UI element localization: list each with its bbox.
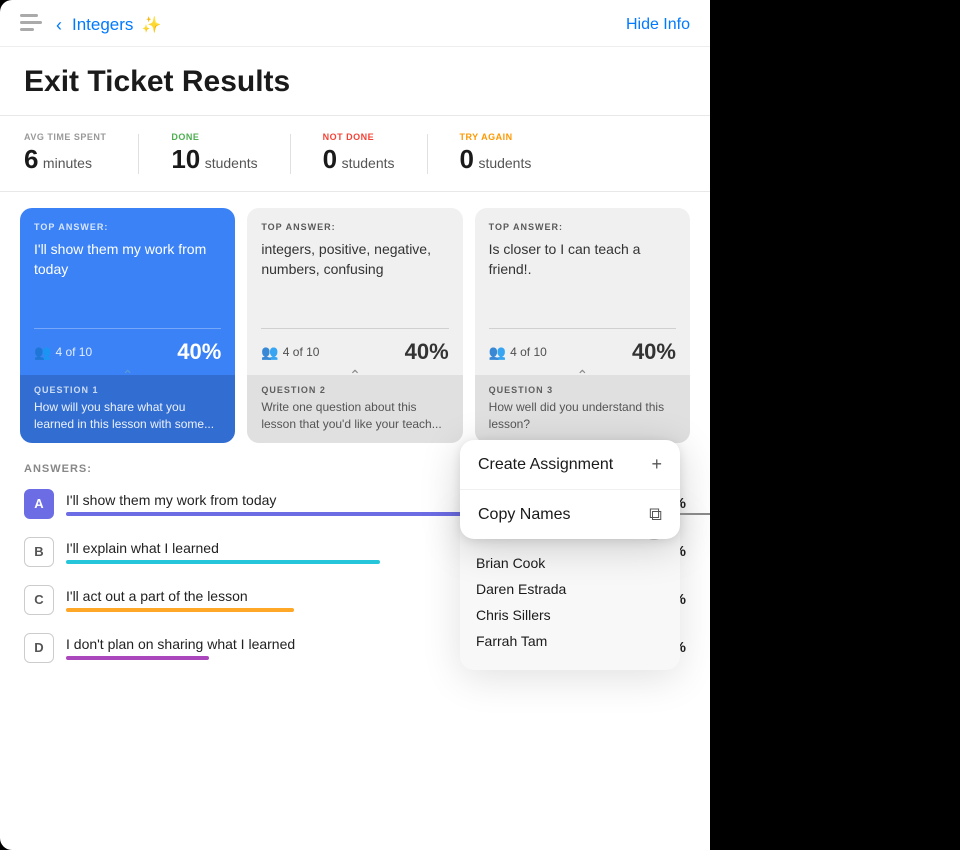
card3-top-label: TOP ANSWER:	[489, 222, 676, 232]
card3-count: 👥 4 of 10	[489, 344, 547, 361]
card3-chevron-icon: ⌃	[576, 367, 588, 384]
copy-names-label: Copy Names	[478, 506, 570, 524]
create-assignment-label: Create Assignment	[478, 456, 613, 474]
card3-answer-text: Is closer to I can teach a friend!.	[489, 240, 676, 279]
stat-avg-time: AVG TIME SPENT 6 minutes	[24, 132, 106, 175]
card1-top-label: TOP ANSWER:	[34, 222, 221, 232]
stat-done: DONE 10 students	[171, 132, 257, 175]
question-card-2[interactable]: TOP ANSWER: integers, positive, negative…	[247, 208, 462, 443]
hide-info-button[interactable]: Hide Info	[626, 16, 690, 34]
card3-question-text: How well did you understand this lesson?	[489, 399, 676, 433]
answer-letter-b: B	[24, 537, 54, 567]
answer-bar-a	[66, 512, 494, 516]
question-card-3[interactable]: TOP ANSWER: Is closer to I can teach a f…	[475, 208, 690, 443]
card2-percent: 40%	[405, 339, 449, 365]
question-card-1[interactable]: TOP ANSWER: I'll show them my work from …	[20, 208, 235, 443]
avg-time-value: 6	[24, 144, 38, 174]
back-arrow-icon[interactable]: ‹	[56, 15, 62, 36]
avg-time-label: AVG TIME SPENT	[24, 132, 106, 142]
page-title: Exit Ticket Results	[0, 47, 710, 116]
done-value: 10	[171, 144, 200, 174]
card2-question-label: QUESTION 2	[261, 385, 448, 395]
not-done-label: NOT DONE	[323, 132, 395, 142]
card1-bottom: ⌃ QUESTION 1 How will you share what you…	[20, 375, 235, 443]
stat-divider-2	[290, 134, 291, 174]
stats-row: AVG TIME SPENT 6 minutes DONE 10 student…	[0, 116, 710, 192]
copy-names-item[interactable]: Copy Names ⧉	[460, 490, 680, 539]
try-again-label: TRY AGAIN	[460, 132, 532, 142]
card1-question-label: QUESTION 1	[34, 385, 221, 395]
card2-count: 👥 4 of 10	[261, 344, 319, 361]
card2-question-text: Write one question about this lesson tha…	[261, 399, 448, 433]
student-name-2: Daren Estrada	[476, 576, 664, 602]
answer-letter-c: C	[24, 585, 54, 615]
stat-divider-3	[427, 134, 428, 174]
copy-names-icon: ⧉	[649, 504, 662, 525]
card2-chevron-icon: ⌃	[349, 367, 361, 384]
stat-try-again: TRY AGAIN 0 students	[460, 132, 532, 175]
card1-chevron-icon: ⌃	[122, 367, 134, 384]
try-again-unit: students	[478, 155, 531, 171]
right-panel	[710, 0, 960, 850]
sparkle-icon: ✨	[141, 15, 161, 35]
card1-answer-text: I'll show them my work from today	[34, 240, 221, 279]
popup-arrow	[680, 513, 710, 515]
card1-question-text: How will you share what you learned in t…	[34, 399, 221, 433]
create-assignment-item[interactable]: Create Assignment +	[460, 440, 680, 490]
stat-divider-1	[138, 134, 139, 174]
popup-menu: Create Assignment + Copy Names ⧉	[460, 440, 680, 539]
answer-letter-d: D	[24, 633, 54, 663]
student-name-3: Chris Sillers	[476, 602, 664, 628]
stat-not-done: NOT DONE 0 students	[323, 132, 395, 175]
student-list: Brian Cook Daren Estrada Chris Sillers F…	[476, 550, 664, 654]
card2-bottom: ⌃ QUESTION 2 Write one question about th…	[247, 375, 462, 443]
done-label: DONE	[171, 132, 257, 142]
not-done-value: 0	[323, 144, 337, 174]
answer-letter-a: A	[24, 489, 54, 519]
card2-answer-text: integers, positive, negative, numbers, c…	[261, 240, 448, 279]
not-done-unit: students	[342, 155, 395, 171]
breadcrumb[interactable]: Integers	[72, 15, 133, 35]
card3-bottom: ⌃ QUESTION 3 How well did you understand…	[475, 375, 690, 443]
sidebar-toggle[interactable]	[20, 14, 48, 36]
answer-bar-c	[66, 608, 294, 612]
top-nav: ‹ Integers ✨ Hide Info	[0, 0, 710, 47]
student-name-4: Farrah Tam	[476, 628, 664, 654]
try-again-value: 0	[460, 144, 474, 174]
card2-top-label: TOP ANSWER:	[261, 222, 448, 232]
done-unit: students	[205, 155, 258, 171]
avg-time-unit: minutes	[43, 155, 92, 171]
card3-question-label: QUESTION 3	[489, 385, 676, 395]
card3-percent: 40%	[632, 339, 676, 365]
cards-row: TOP ANSWER: I'll show them my work from …	[0, 192, 710, 443]
create-assignment-icon: +	[651, 454, 662, 475]
student-name-1: Brian Cook	[476, 550, 664, 576]
answer-bar-b	[66, 560, 380, 564]
card1-count: 👥 4 of 10	[34, 344, 92, 361]
card1-percent: 40%	[177, 339, 221, 365]
answer-bar-d	[66, 656, 209, 660]
